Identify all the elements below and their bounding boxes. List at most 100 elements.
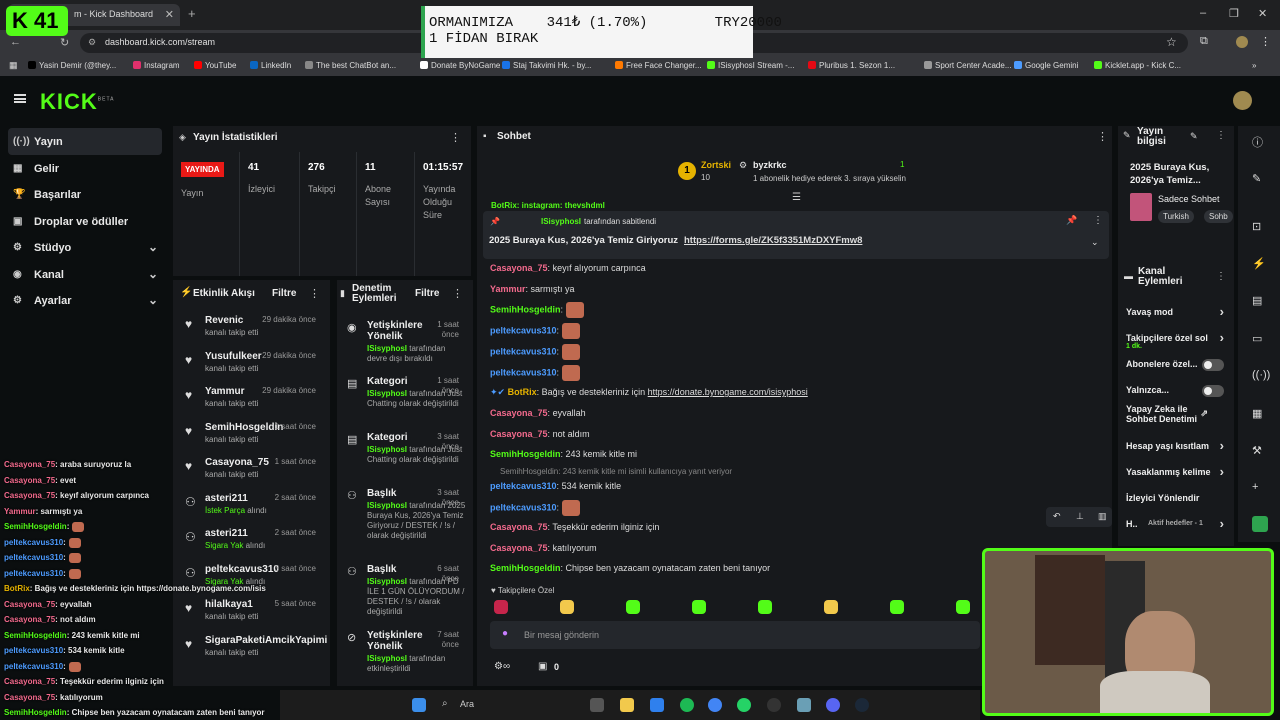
- chat-message[interactable]: SemihHosgeldin: Chipse ben yazacam oynat…: [490, 563, 770, 573]
- emote-icon[interactable]: [626, 600, 640, 614]
- channel-action-item[interactable]: H.. Aktif hedefler - 1 ›: [1118, 512, 1234, 538]
- chat-username[interactable]: peltekcavus310: [490, 502, 557, 512]
- sidebar-item-yayın[interactable]: ((·)) Yayın: [8, 128, 162, 155]
- channel-action-item[interactable]: Yasaklanmış kelime ›: [1118, 460, 1234, 486]
- bookmark-item[interactable]: Instagram: [133, 61, 180, 70]
- microphone-icon[interactable]: ●: [502, 628, 508, 639]
- kick-logo[interactable]: KICKBETA: [40, 89, 114, 115]
- chat-message[interactable]: Casayona_75: eyvallah: [490, 408, 586, 418]
- sidebar-item-stüdyo[interactable]: ⚙ Stüdyo ⌄: [0, 234, 170, 261]
- document-icon[interactable]: ▤: [1252, 294, 1262, 307]
- toggle-switch[interactable]: [1202, 359, 1224, 371]
- chat-link[interactable]: https://donate.bynogame.com/isisyphosi: [648, 387, 808, 397]
- channel-action-item[interactable]: Abonelere özel...: [1118, 352, 1234, 378]
- chat-message[interactable]: Casayona_75: keyıf alıyorum carpınca: [490, 263, 646, 273]
- chevron-down-icon[interactable]: ⌄: [148, 293, 158, 307]
- channel-action-item[interactable]: Takipçilere özel sol 1 dk. ›: [1118, 326, 1234, 352]
- pin-message-icon[interactable]: ⊥: [1076, 511, 1084, 522]
- chat-username[interactable]: SemihHosgeldin: [490, 449, 561, 459]
- chevron-right-icon[interactable]: ›: [1220, 464, 1224, 479]
- bookmark-item[interactable]: Google Gemini: [1014, 61, 1078, 70]
- emote-icon[interactable]: [494, 600, 508, 614]
- emote-icon[interactable]: [692, 600, 706, 614]
- chevron-right-icon[interactable]: ›: [1220, 304, 1224, 319]
- chat-message[interactable]: ✦✔ BotRix: Bağış ve destekleriniz için h…: [490, 387, 808, 398]
- chat-username[interactable]: Casayona_75: [490, 429, 548, 439]
- chevron-down-icon[interactable]: ⌄: [148, 240, 158, 254]
- broadcast-signal-icon[interactable]: ((·)): [1252, 369, 1270, 381]
- chat-settings-icon[interactable]: ⚙∞: [494, 661, 510, 672]
- task-view-icon[interactable]: [590, 698, 604, 712]
- chat-message[interactable]: Casayona_75: Teşekkür ederim ilginiz içi…: [490, 522, 659, 532]
- chat-input[interactable]: ● Bir mesaj gönderin: [490, 621, 980, 649]
- chat-message[interactable]: peltekcavus310:: [490, 365, 580, 381]
- minimize-icon[interactable]: –: [1200, 7, 1206, 19]
- bookmark-item[interactable]: YouTube: [194, 61, 236, 70]
- close-window-icon[interactable]: ✕: [1258, 7, 1267, 20]
- bolt-icon[interactable]: ⚡: [1252, 257, 1266, 270]
- emote-icon[interactable]: [956, 600, 970, 614]
- sidebar-item-gelir[interactable]: ▦ Gelir: [0, 155, 170, 182]
- moderation-user[interactable]: ISisyphosI: [367, 577, 407, 586]
- extension-icon[interactable]: [1252, 516, 1268, 532]
- chat-message[interactable]: peltekcavus310:: [490, 500, 580, 516]
- pinned-menu-icon[interactable]: ⋮: [1093, 215, 1103, 226]
- top-gifter-name[interactable]: Zortski: [701, 160, 731, 170]
- channel-action-item[interactable]: Yavaş mod ›: [1118, 300, 1234, 326]
- windows-start-icon[interactable]: [412, 698, 426, 712]
- bookmark-item[interactable]: Pluribus 1. Sezon 1...: [808, 61, 895, 70]
- chat-username[interactable]: peltekcavus310: [490, 346, 557, 356]
- pinned-by-user[interactable]: ISisyphosI: [541, 217, 581, 226]
- chat-username[interactable]: peltekcavus310: [490, 367, 557, 377]
- reload-icon[interactable]: ↻: [60, 36, 69, 49]
- bookmark-item[interactable]: LinkedIn: [250, 61, 291, 70]
- chat-username[interactable]: peltekcavus310: [490, 325, 557, 335]
- back-icon[interactable]: ←: [10, 36, 21, 48]
- chat-icon[interactable]: ▭: [1252, 332, 1262, 345]
- pencil-icon[interactable]: ✎: [1252, 172, 1261, 185]
- chat-message[interactable]: Casayona_75: not aldım: [490, 429, 590, 439]
- chat-username[interactable]: Casayona_75: [490, 408, 548, 418]
- chevron-down-icon[interactable]: ⌄: [148, 267, 158, 281]
- chat-username[interactable]: Casayona_75: [490, 543, 548, 553]
- channel-action-item[interactable]: Yapay Zeka ile Sohbet Denetimi ⇗: [1118, 404, 1218, 434]
- channel-action-item[interactable]: Hesap yaşı kısıtlam ›: [1118, 434, 1234, 460]
- bookmark-star-icon[interactable]: ☆: [1166, 35, 1177, 49]
- bookmark-item[interactable]: Kicklet.app - Kick C...: [1094, 61, 1181, 70]
- stats-menu-icon[interactable]: ⋮: [450, 131, 461, 144]
- pinned-link[interactable]: https://forms.gle/ZK5f3351MzDXYFmw8: [684, 235, 862, 246]
- toggle-switch[interactable]: [1202, 385, 1224, 397]
- bookmark-item[interactable]: Donate ByNoGame: [420, 61, 500, 70]
- sidebar-item-kanal[interactable]: ◉ Kanal ⌄: [0, 261, 170, 288]
- chat-message[interactable]: Yammur: sarmıştı ya: [490, 284, 575, 294]
- activity-filter-button[interactable]: Filtre: [272, 288, 296, 299]
- chrome-icon[interactable]: [708, 698, 722, 712]
- channel-action-item[interactable]: İzleyici Yönlendir: [1118, 486, 1234, 512]
- unpin-icon[interactable]: 📌: [1066, 215, 1077, 226]
- sidebar-item-başarılar[interactable]: 🏆 Başarılar: [0, 181, 170, 208]
- moderation-user[interactable]: ISisyphosI: [367, 654, 407, 663]
- whatsapp-icon[interactable]: [737, 698, 751, 712]
- site-info-icon[interactable]: ⚙: [88, 37, 96, 48]
- chat-message[interactable]: peltekcavus310:: [490, 344, 580, 360]
- bookmark-item[interactable]: ISisyphosI Stream -...: [707, 61, 794, 70]
- chat-username[interactable]: SemihHosgeldin: [490, 304, 561, 314]
- delete-icon[interactable]: ▥: [1098, 511, 1107, 522]
- discord-icon[interactable]: [826, 698, 840, 712]
- moderation-filter-button[interactable]: Filtre: [415, 288, 439, 299]
- gift-user[interactable]: byzkrkc: [753, 160, 787, 170]
- new-tab-icon[interactable]: +: [188, 6, 196, 21]
- chat-message[interactable]: SemihHosgeldin: 243 kemik kitle mi: [490, 449, 637, 459]
- pinned-message[interactable]: 📌 ISisyphosI tarafından sabitlendi 2025 …: [483, 211, 1109, 259]
- profile-icon[interactable]: [1236, 36, 1248, 48]
- app-icon[interactable]: [797, 698, 811, 712]
- moderation-user[interactable]: ISisyphosI: [367, 389, 407, 398]
- expand-icon[interactable]: ⌄: [1091, 237, 1099, 248]
- avatar[interactable]: [1233, 91, 1252, 110]
- emote-icon[interactable]: [890, 600, 904, 614]
- store-icon[interactable]: [650, 698, 664, 712]
- close-tab-icon[interactable]: ✕: [165, 8, 174, 21]
- chat-message[interactable]: Casayona_75: katılıyorum: [490, 543, 597, 553]
- collapse-icon[interactable]: ☰: [792, 192, 801, 203]
- chat-username[interactable]: Casayona_75: [490, 522, 548, 532]
